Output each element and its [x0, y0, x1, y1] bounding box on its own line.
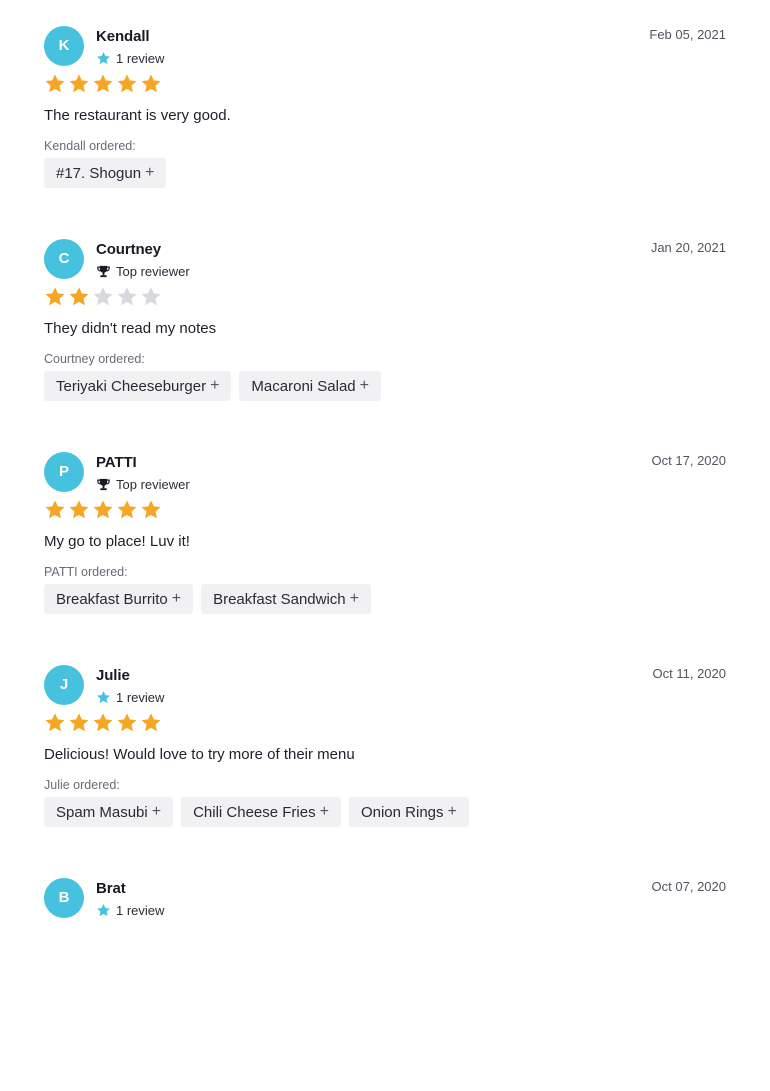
review-text: They didn't read my notes: [44, 320, 217, 337]
plus-icon: +: [171, 590, 182, 607]
rating-stars: [44, 499, 162, 521]
star-filled-icon: [117, 74, 137, 93]
ordered-label: Courtney ordered:: [44, 352, 145, 366]
star-filled-icon: [69, 74, 89, 93]
trophy-icon: [96, 477, 111, 492]
ordered-items: Teriyaki Cheeseburger + Macaroni Salad +: [44, 371, 381, 401]
reviewer-badge: Top reviewer: [96, 477, 190, 492]
plus-icon: +: [210, 377, 220, 394]
review-date: Jan 20, 2021: [650, 240, 726, 255]
star-empty-icon: [93, 287, 113, 306]
reviewer-badge: 1 review: [96, 51, 164, 66]
rating-stars: [44, 73, 162, 95]
plus-icon: +: [349, 590, 359, 607]
review-text: The restaurant is very good.: [44, 107, 231, 124]
ordered-label: Julie ordered:: [44, 778, 120, 792]
reviewer-badge: Top reviewer: [96, 264, 190, 279]
review-date: Oct 17, 2020: [651, 453, 726, 468]
ordered-item-chip[interactable]: Chili Cheese Fries +: [181, 797, 341, 827]
avatar[interactable]: B: [44, 878, 84, 918]
ordered-item-label: #17. Shogun: [56, 164, 142, 182]
review-card: B Brat 1 review Oct 07, 2020: [0, 862, 770, 1075]
ordered-item-label: Chili Cheese Fries: [193, 803, 316, 821]
ordered-item-label: Spam Masubi: [56, 803, 148, 821]
review-date: Oct 07, 2020: [651, 879, 726, 894]
review-card: K Kendall 1 review Feb 05, 2021 The rest…: [0, 10, 770, 223]
star-icon: [96, 903, 111, 918]
star-filled-icon: [117, 500, 137, 519]
plus-icon: +: [447, 803, 457, 820]
star-filled-icon: [93, 713, 113, 732]
avatar[interactable]: P: [44, 452, 84, 492]
badge-text: 1 review: [116, 903, 165, 918]
reviewer-name[interactable]: Courtney: [96, 241, 161, 258]
avatar[interactable]: J: [44, 665, 84, 705]
ordered-item-label: Breakfast Sandwich: [213, 590, 346, 608]
rating-stars: [44, 712, 162, 734]
ordered-item-chip[interactable]: #17. Shogun +: [44, 158, 167, 188]
ordered-items: Spam Masubi + Chili Cheese Fries + Onion Rin…: [44, 797, 469, 827]
plus-icon: +: [151, 803, 162, 820]
star-filled-icon: [69, 713, 89, 732]
ordered-item-label: Teriyaki Cheeseburger: [56, 377, 207, 395]
reviewer-name[interactable]: Kendall: [96, 28, 150, 45]
star-empty-icon: [117, 287, 137, 306]
ordered-item-chip[interactable]: Spam Masubi +: [44, 797, 174, 827]
reviewer-name[interactable]: Brat: [96, 880, 126, 897]
ordered-item-label: Breakfast Burrito: [56, 590, 168, 608]
avatar[interactable]: C: [44, 239, 84, 279]
star-filled-icon: [117, 713, 137, 732]
star-filled-icon: [141, 500, 161, 519]
review-text: Delicious! Would love to try more of the…: [44, 746, 355, 763]
badge-text: Top reviewer: [116, 264, 190, 279]
ordered-label: PATTI ordered:: [44, 565, 128, 579]
star-filled-icon: [93, 500, 113, 519]
reviewer-badge: 1 review: [96, 903, 164, 918]
ordered-items: #17. Shogun +: [44, 158, 167, 188]
star-filled-icon: [69, 500, 89, 519]
ordered-item-chip[interactable]: Onion Rings +: [348, 797, 469, 827]
trophy-icon: [96, 264, 111, 279]
ordered-item-chip[interactable]: Breakfast Burrito +: [44, 584, 194, 614]
reviewer-name[interactable]: Julie: [96, 667, 130, 684]
star-icon: [96, 690, 111, 705]
avatar[interactable]: K: [44, 26, 84, 66]
ordered-items: Breakfast Burrito + Breakfast Sandwich +: [44, 584, 371, 614]
reviews-list: P PATTI Top reviewer Excellent and very …: [0, 0, 770, 1075]
badge-text: 1 review: [116, 51, 165, 66]
star-filled-icon: [45, 74, 65, 93]
star-filled-icon: [45, 713, 65, 732]
star-empty-icon: [141, 287, 161, 306]
review-card: P PATTI Top reviewer Oct 17, 2020 My go …: [0, 436, 770, 649]
review-card: P PATTI Top reviewer Excellent and very …: [0, 0, 770, 10]
star-filled-icon: [141, 74, 161, 93]
review-date: Feb 05, 2021: [649, 27, 726, 42]
star-filled-icon: [93, 74, 113, 93]
badge-text: 1 review: [116, 690, 165, 705]
star-filled-icon: [141, 713, 161, 732]
reviewer-name[interactable]: PATTI: [96, 454, 137, 471]
ordered-item-label: Macaroni Salad: [251, 377, 356, 395]
star-filled-icon: [69, 287, 89, 306]
plus-icon: +: [359, 377, 369, 394]
review-card: J Julie 1 review Oct 11, 2020 Delicious!…: [0, 649, 770, 862]
rating-stars: [44, 286, 162, 308]
review-text: My go to place! Luv it!: [44, 533, 190, 550]
plus-icon: +: [319, 803, 329, 820]
ordered-item-chip[interactable]: Breakfast Sandwich +: [201, 584, 371, 614]
ordered-label: Kendall ordered:: [44, 139, 136, 153]
star-filled-icon: [45, 287, 65, 306]
star-icon: [96, 51, 111, 66]
ordered-item-chip[interactable]: Macaroni Salad +: [239, 371, 381, 401]
star-filled-icon: [45, 500, 65, 519]
ordered-item-label: Onion Rings: [360, 803, 444, 821]
ordered-item-chip[interactable]: Teriyaki Cheeseburger +: [44, 371, 232, 401]
plus-icon: +: [145, 164, 155, 181]
review-date: Oct 11, 2020: [652, 666, 726, 681]
badge-text: Top reviewer: [116, 477, 190, 492]
review-card: C Courtney Top reviewer Jan 20, 2021 The…: [0, 223, 770, 436]
reviewer-badge: 1 review: [96, 690, 164, 705]
